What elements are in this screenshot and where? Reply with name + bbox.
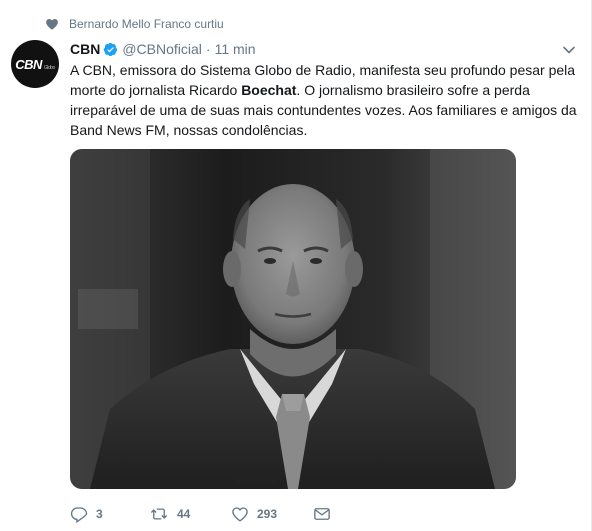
retweet-count: 44 <box>177 507 191 521</box>
photo-portrait <box>70 149 516 489</box>
like-button[interactable]: 293 <box>231 504 277 524</box>
retweet-icon <box>150 508 168 520</box>
verified-badge-icon <box>103 42 118 57</box>
like-heart-icon <box>232 507 248 522</box>
dm-button[interactable] <box>313 504 331 524</box>
social-context-text[interactable]: Bernardo Mello Franco curtiu <box>69 17 224 31</box>
reply-count: 3 <box>96 507 103 521</box>
bold-mention: Boechat <box>241 82 297 98</box>
header-separator: · <box>205 41 211 57</box>
tweet-photo[interactable] <box>70 149 516 489</box>
reply-icon <box>70 507 88 523</box>
author-handle[interactable]: @CBNoficial <box>122 41 202 57</box>
tweet-card[interactable]: Bernardo Mello Franco curtiu CBN Globo CB… <box>0 0 592 531</box>
tweet-header: CBN @CBNoficial · 11 min <box>70 40 256 58</box>
author-name[interactable]: CBN <box>70 41 100 57</box>
tweet-timestamp[interactable]: 11 min <box>215 41 256 57</box>
avatar-logo: CBN Globo <box>15 56 55 72</box>
chevron-down-icon[interactable] <box>561 42 577 58</box>
reply-button[interactable]: 3 <box>70 504 103 524</box>
heart-icon <box>46 19 58 30</box>
like-count: 293 <box>257 507 278 521</box>
retweet-button[interactable]: 44 <box>149 504 190 524</box>
tweet-text: A CBN, emissora do Sistema Globo de Radi… <box>70 62 577 138</box>
envelope-icon <box>314 508 330 520</box>
avatar[interactable]: CBN Globo <box>11 40 59 88</box>
